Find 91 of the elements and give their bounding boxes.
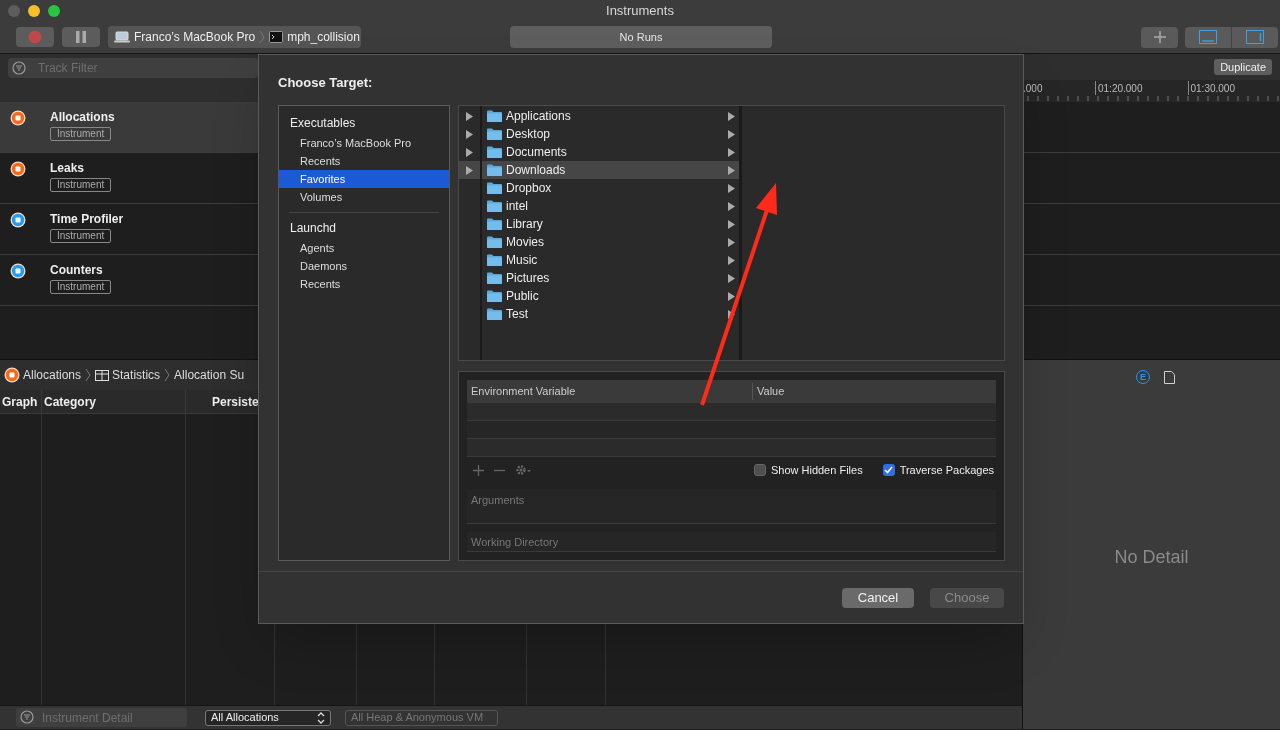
inspector-tab[interactable] xyxy=(1164,370,1175,384)
instrument-tag: Instrument xyxy=(50,229,112,243)
instrument-name: Time Profiler xyxy=(50,212,124,226)
folder-row[interactable]: Pictures xyxy=(482,269,739,287)
grid-icon xyxy=(95,369,110,381)
folder-row[interactable]: Applications xyxy=(482,107,739,125)
column-header[interactable]: Environment Variable xyxy=(467,383,753,400)
folder-icon xyxy=(487,308,502,320)
document-icon xyxy=(1164,370,1175,384)
folder-icon xyxy=(487,164,502,176)
checkmark-icon xyxy=(884,466,894,474)
checkbox-option[interactable]: Traverse Packages xyxy=(882,461,994,479)
target-process: mph_collision xyxy=(287,29,360,47)
folder-icon xyxy=(487,218,502,230)
working-directory-field[interactable]: Working Directory xyxy=(467,532,996,552)
folder-icon xyxy=(487,254,502,266)
instrument-tag: Instrument xyxy=(50,178,112,192)
arguments-field[interactable]: Arguments xyxy=(467,489,996,524)
folder-row[interactable]: Documents xyxy=(482,143,739,161)
source-group-header: Executables xyxy=(289,115,357,132)
instrument-emblem-icon xyxy=(4,367,20,383)
pause-button[interactable] xyxy=(62,27,100,48)
folder-icon xyxy=(487,200,502,212)
folder-icon xyxy=(487,146,502,158)
source-list-item[interactable]: Recents xyxy=(279,275,449,293)
folder-row[interactable]: Desktop xyxy=(482,125,739,143)
folder-icon xyxy=(487,128,502,140)
folder-row[interactable]: Library xyxy=(482,215,739,233)
folder-row[interactable]: Movies xyxy=(482,233,739,251)
target-device: Franco’s MacBook Pro xyxy=(134,29,256,47)
folder-row[interactable]: Public xyxy=(482,287,739,305)
popup-button[interactable]: All Allocations xyxy=(205,709,331,726)
chevron-icon xyxy=(259,30,266,45)
folder-row[interactable]: Dropbox xyxy=(482,179,739,197)
plus-icon[interactable] xyxy=(473,464,484,476)
dialog-title: Choose Target: xyxy=(278,74,373,93)
instrument-name: Leaks xyxy=(50,161,85,175)
folder-icon xyxy=(487,182,502,194)
up-down-arrows-icon xyxy=(317,711,325,724)
source-group-header: Launchd xyxy=(289,220,338,237)
folder-icon xyxy=(487,236,502,248)
dialog-button[interactable]: Cancel xyxy=(842,587,914,608)
source-list-item[interactable]: Agents xyxy=(279,239,449,257)
folder-icon xyxy=(487,110,502,122)
folder-icon xyxy=(487,272,502,284)
record-button[interactable] xyxy=(16,27,54,48)
gear-icon[interactable] xyxy=(515,464,531,476)
bottom-panel-icon xyxy=(1199,30,1217,45)
browser-row[interactable] xyxy=(459,161,480,179)
filter-icon xyxy=(12,61,26,75)
source-list-item[interactable]: Franco’s MacBook Pro xyxy=(279,134,449,152)
right-panel-icon xyxy=(1246,30,1264,45)
pause-icon xyxy=(76,31,86,44)
time-tick-label: 01:30.000 xyxy=(1190,82,1235,96)
source-list-item[interactable]: Recents xyxy=(279,152,449,170)
folder-row[interactable]: Test xyxy=(482,305,739,323)
minimize-window-button[interactable] xyxy=(28,5,40,17)
terminal-icon xyxy=(269,31,284,44)
folder-row[interactable]: Downloads xyxy=(482,161,739,179)
source-list-item[interactable]: Daemons xyxy=(279,257,449,275)
record-icon xyxy=(28,30,42,45)
folder-icon xyxy=(487,290,502,302)
time-tick-label: 01:20.000 xyxy=(1098,82,1143,96)
run-status-field: No Runs xyxy=(510,26,772,49)
filter-icon xyxy=(20,710,34,724)
folder-row[interactable]: Music xyxy=(482,251,739,269)
zoom-window-button[interactable] xyxy=(48,5,60,17)
time-tick-label: .000 xyxy=(1023,82,1043,96)
folder-row[interactable]: intel xyxy=(482,197,739,215)
column-header[interactable]: Graph xyxy=(0,390,42,413)
breadcrumb-item[interactable]: Allocation Su xyxy=(174,366,245,384)
instrument-tag: Instrument xyxy=(50,280,112,294)
target-selector[interactable]: Franco’s MacBook Pro mph_collision xyxy=(108,26,361,49)
column-header[interactable]: Value xyxy=(753,383,996,400)
source-list-item[interactable]: Favorites xyxy=(279,170,449,188)
instrument-tag: Instrument xyxy=(50,127,112,141)
source-list-item[interactable]: Volumes xyxy=(279,188,449,206)
breadcrumb-item[interactable]: Statistics xyxy=(95,366,161,384)
empty-state-text: No Detail xyxy=(1114,546,1189,569)
add-button[interactable] xyxy=(1141,26,1178,48)
instrument-name: Allocations xyxy=(50,110,115,124)
checkbox-option[interactable]: Show Hidden Files xyxy=(753,461,863,479)
duplicate-button[interactable]: Duplicate xyxy=(1214,59,1272,75)
instrument-name: Counters xyxy=(50,263,103,277)
chevron-icon xyxy=(164,368,171,382)
window-title: Instruments xyxy=(606,2,674,21)
column-header[interactable]: Category xyxy=(42,390,186,413)
breadcrumb-item[interactable]: Allocations xyxy=(4,366,82,384)
laptop-icon xyxy=(114,31,130,44)
plus-icon xyxy=(1153,31,1166,44)
chevron-icon xyxy=(85,368,92,382)
